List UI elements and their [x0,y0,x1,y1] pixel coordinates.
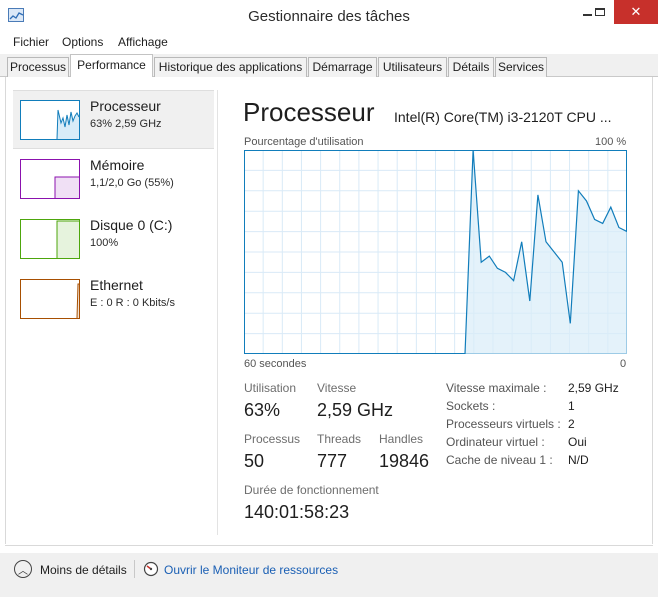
prop-virtuels-value: 2 [568,417,575,431]
sidebar-item-memoire[interactable]: Mémoire 1,1/2,0 Go (55%) [13,150,214,209]
sidebar-processeur-label: Processeur [90,98,161,114]
graph-max-label: 100 % [595,136,627,148]
footer-separator [134,560,135,578]
tab-performance[interactable]: Performance [70,54,153,78]
threads-value: 777 [317,451,348,471]
sidebar-item-ethernet[interactable]: Ethernet E : 0 R : 0 Kbits/s [13,270,214,329]
menu-options[interactable]: Options [62,35,103,49]
prop-cache-label: Cache de niveau 1 : [446,453,553,467]
performance-panel: Processeur 63% 2,59 GHz Mémoire 1,1/2,0 … [5,77,653,544]
tab-processus[interactable]: Processus [7,57,69,77]
uptime-value: 140:01:58:23 [244,502,350,522]
vitesse-label: Vitesse [317,381,357,395]
prop-ordinateur-value: Oui [568,435,587,449]
prop-sockets-value: 1 [568,399,575,413]
close-button[interactable]: ✕ [614,0,658,24]
menu-fichier[interactable]: Fichier [13,35,49,49]
prop-vitesse-max-value: 2,59 GHz [568,381,619,395]
sidebar-disque-label: Disque 0 (C:) [90,217,173,233]
resource-monitor-icon [143,561,159,577]
tab-demarrage[interactable]: Démarrage [308,57,377,77]
tab-details[interactable]: Détails [448,57,494,77]
tab-services[interactable]: Services [495,57,547,77]
page-title: Processeur [243,97,375,127]
sidebar-item-disque[interactable]: Disque 0 (C:) 100% [13,210,214,269]
cpu-usage-graph [244,150,627,354]
open-resource-monitor-link[interactable]: Ouvrir le Moniteur de ressources [164,563,338,577]
chevron-up-icon: ︿ [18,565,28,577]
menu-affichage[interactable]: Affichage [118,35,168,49]
maximize-icon [595,8,605,16]
processeur-thumbnail [20,100,80,140]
sidebar-memoire-value: 1,1/2,0 Go (55%) [90,177,174,189]
footer-divider [5,545,653,546]
title-bar: Gestionnaire des tâches ✕ [0,0,658,32]
vitesse-value: 2,59 GHz [317,400,394,420]
maximize-button[interactable] [586,0,614,24]
handles-value: 19846 [379,451,430,471]
close-icon: ✕ [630,4,642,19]
prop-cache-value: N/D [568,453,589,467]
ethernet-thumbnail [20,279,80,319]
utilisation-value: 63% [244,400,281,420]
menu-bar: Fichier Options Affichage [0,32,658,52]
graph-min-label: 0 [620,358,627,370]
sidebar-memoire-label: Mémoire [90,157,145,173]
prop-vitesse-max-label: Vitesse maximale : [446,381,547,395]
utilisation-label: Utilisation [244,381,297,395]
tab-strip: Processus Performance Historique des app… [0,54,658,78]
window-title: Gestionnaire des tâches [248,8,410,25]
handles-label: Handles [379,432,424,446]
sidebar-disque-value: 100% [90,237,119,249]
prop-ordinateur-label: Ordinateur virtuel : [446,435,545,449]
processus-value: 50 [244,451,265,471]
tab-utilisateurs[interactable]: Utilisateurs [378,57,447,77]
disque-thumbnail [20,219,80,259]
sidebar-ethernet-label: Ethernet [90,277,143,293]
less-details-button[interactable]: ︿ [14,560,32,578]
prop-sockets-label: Sockets : [446,399,496,413]
footer-bar: ︿ Moins de détails Ouvrir le Moniteur de… [0,553,658,597]
tab-historique[interactable]: Historique des applications [154,57,307,77]
graph-time-label: 60 secondes [244,358,307,370]
sidebar-divider [217,90,218,535]
prop-virtuels-label: Processeurs virtuels : [446,417,561,431]
threads-label: Threads [317,432,362,446]
graph-label: Pourcentage d'utilisation [244,136,364,148]
processus-label: Processus [244,432,301,446]
less-details-label[interactable]: Moins de détails [40,563,127,577]
sidebar-item-processeur[interactable]: Processeur 63% 2,59 GHz [13,90,214,149]
sidebar-ethernet-value: E : 0 R : 0 Kbits/s [90,297,175,309]
uptime-label: Durée de fonctionnement [244,483,379,497]
sidebar-processeur-value: 63% 2,59 GHz [90,118,162,130]
memoire-thumbnail [20,159,80,199]
cpu-model: Intel(R) Core(TM) i3-2120T CPU ... [394,109,612,125]
